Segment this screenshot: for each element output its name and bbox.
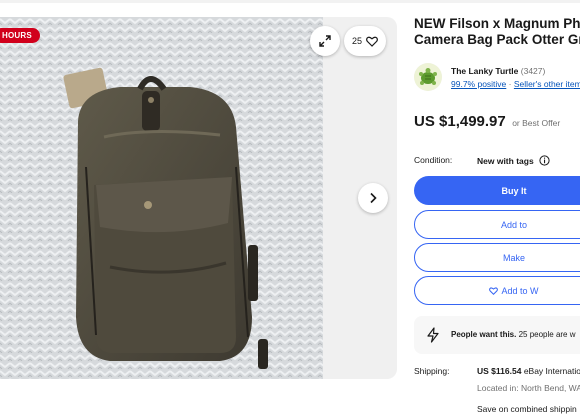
seller-feedback-count: (3427) <box>520 66 546 76</box>
turtle-logo-icon <box>414 63 442 91</box>
time-left-badge: HOURS <box>0 28 40 43</box>
seller-meta: 99.7% positive · Seller's other items <box>451 79 580 89</box>
listing-title: NEW Filson x Magnum Photo Camera Bag Pac… <box>414 16 580 48</box>
expand-image-button[interactable] <box>310 26 340 56</box>
seller-name[interactable]: The Lanky Turtle (3427) <box>451 66 545 76</box>
shipping-label: Shipping: <box>414 366 450 376</box>
combined-shipping-link[interactable]: Save on combined shippin <box>477 404 577 414</box>
heart-icon <box>366 36 378 47</box>
add-to-watchlist-button[interactable]: Add to W <box>414 276 580 305</box>
demand-detail: 25 people are w <box>518 330 576 339</box>
demand-text: People want this. 25 people are w <box>451 330 576 339</box>
demand-bold: People want this. <box>451 330 517 339</box>
chevron-right-icon <box>370 192 377 204</box>
add-to-cart-button[interactable]: Add to <box>414 210 580 239</box>
demand-banner: People want this. 25 people are w <box>414 316 580 354</box>
best-offer-note: or Best Offer <box>512 118 561 128</box>
listing-title-line-1: NEW Filson x Magnum Photo <box>414 16 580 31</box>
watchers-button[interactable]: 25 <box>344 26 386 56</box>
shipping-value: US $116.54 eBay Internation <box>477 366 580 376</box>
item-location: Located in: North Bend, WA <box>477 383 580 393</box>
lightning-icon <box>427 327 439 343</box>
image-gallery[interactable]: HOURS 25 <box>0 17 397 379</box>
buy-it-now-button[interactable]: Buy It <box>414 176 580 205</box>
seller-card: The Lanky Turtle (3427) 99.7% positive ·… <box>414 62 580 92</box>
condition-label: Condition: <box>414 155 453 165</box>
watch-count: 25 <box>351 36 362 46</box>
expand-icon <box>319 35 331 47</box>
price-row: US $1,499.97 or Best Offer <box>414 113 560 131</box>
seller-name-text[interactable]: The Lanky Turtle <box>451 66 518 76</box>
next-image-button[interactable] <box>358 183 388 213</box>
seller-separator: · <box>508 79 512 89</box>
info-icon[interactable] <box>539 155 550 166</box>
item-price: US $1,499.97 <box>414 113 506 130</box>
product-photo[interactable] <box>0 17 323 379</box>
heart-icon <box>489 286 499 295</box>
add-to-watchlist-label: Add to W <box>501 285 539 296</box>
condition-text: New with tags <box>477 155 534 166</box>
shipping-service[interactable]: eBay Internation <box>524 366 580 376</box>
listing-title-line-2: Camera Bag Pack Otter Gre <box>414 32 580 47</box>
make-offer-button[interactable]: Make <box>414 243 580 272</box>
shipping-price: US $116.54 <box>477 366 522 376</box>
seller-other-items-link[interactable]: Seller's other items <box>514 79 580 89</box>
condition-value: New with tags <box>477 155 550 166</box>
item-page: HOURS 25 NEW Filson x Magnum Photo Camer… <box>0 0 580 420</box>
top-divider <box>0 0 580 3</box>
seller-positive-link[interactable]: 99.7% positive <box>451 79 506 89</box>
seller-avatar[interactable] <box>414 63 442 91</box>
